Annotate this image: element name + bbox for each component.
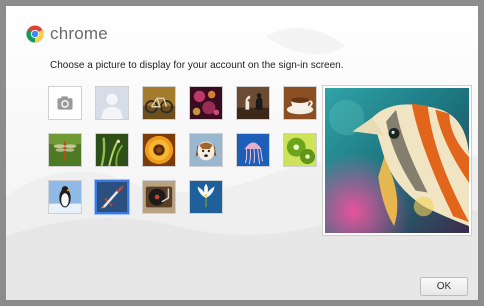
picture-record-player[interactable] [142,180,176,214]
chrome-logo-icon [26,25,44,43]
dragonfly-icon [49,134,81,166]
dog-icon [190,134,222,166]
bicycle-icon [143,87,175,119]
penguin-icon [49,181,81,213]
picture-coffee-cup[interactable] [283,86,317,120]
picture-orange-flower[interactable] [142,133,176,167]
picture-bokeh-lights[interactable] [189,86,223,120]
chess-pieces-icon [237,87,269,119]
grass-icon [96,134,128,166]
picture-chess-pieces[interactable] [236,86,270,120]
instructions-text: Choose a picture to display for your acc… [50,60,344,71]
default-avatar-icon [96,87,128,119]
picture-bicycle[interactable] [142,86,176,120]
picture-grass[interactable] [95,133,129,167]
kiwi-icon [284,134,316,166]
picture-preview [322,85,472,236]
coffee-cup-icon [284,87,316,119]
camera-icon [49,87,81,119]
header: chrome [26,23,108,45]
picture-dragonfly[interactable] [48,133,82,167]
picture-default-avatar[interactable] [95,86,129,120]
white-flower-icon [190,181,222,213]
picture-dog[interactable] [189,133,223,167]
record-player-icon [143,181,175,213]
screen-frame: chrome Choose a picture to display for y… [0,0,484,306]
butterflyfish-image [325,88,469,233]
picture-penguin[interactable] [48,180,82,214]
picture-kiwi[interactable] [283,133,317,167]
picture-camera[interactable] [48,86,82,120]
rocket-icon [97,182,127,212]
brand-name: chrome [50,24,108,43]
picture-white-flower[interactable] [189,180,223,214]
picture-jellyfish[interactable] [236,133,270,167]
picture-rocket[interactable] [95,180,129,214]
orange-flower-icon [143,134,175,166]
bokeh-lights-icon [190,87,222,119]
picture-picker-window: chrome Choose a picture to display for y… [6,6,478,300]
jellyfish-icon [237,134,269,166]
ok-button[interactable]: OK [420,277,468,296]
